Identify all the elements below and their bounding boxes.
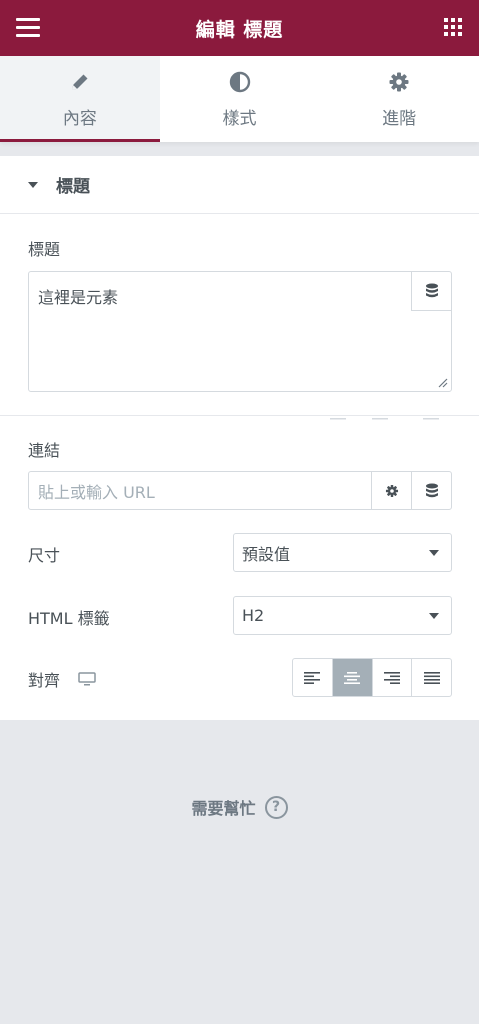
tab-content[interactable]: 內容 (0, 56, 160, 142)
editor-header: 編輯 標題 (0, 0, 479, 56)
title-textarea[interactable]: 這裡是元素 (28, 271, 452, 392)
align-left-icon (304, 671, 321, 684)
contrast-icon (229, 70, 251, 94)
link-dynamic-button[interactable] (411, 472, 451, 509)
title-value: 這裡是元素 (38, 288, 119, 307)
apps-grid-icon[interactable] (444, 18, 462, 36)
link-options-button[interactable] (371, 472, 411, 509)
align-right-button[interactable] (373, 659, 413, 696)
database-icon (425, 283, 438, 298)
html-tag-select-value: H2 (242, 606, 265, 625)
chevron-down-icon (429, 550, 439, 556)
dynamic-tags-button[interactable] (411, 272, 451, 311)
size-label: 尺寸 (28, 546, 61, 565)
align-right-icon (383, 671, 400, 684)
link-input[interactable]: 貼上或輸入 URL (29, 472, 371, 509)
database-icon (425, 483, 438, 497)
pencil-icon (69, 70, 91, 94)
chevron-down-icon (429, 613, 439, 619)
align-label-row: 對齊 (28, 667, 96, 691)
link-field: 貼上或輸入 URL (28, 471, 452, 510)
title-label: 標題 (28, 240, 61, 259)
align-center-button[interactable] (332, 659, 373, 696)
section-title: 標題 (56, 177, 90, 197)
link-label: 連結 (28, 441, 61, 460)
help-label: 需要幫忙 (191, 799, 256, 818)
help-link[interactable]: 需要幫忙 ? (0, 795, 479, 819)
size-select-value: 預設值 (242, 544, 291, 564)
divider (0, 415, 479, 416)
tab-content-label: 內容 (62, 108, 97, 129)
tab-style[interactable]: 樣式 (160, 56, 320, 142)
align-left-button[interactable] (293, 659, 333, 696)
hamburger-menu-icon[interactable] (16, 18, 40, 38)
html-tag-label: HTML 標籤 (28, 609, 110, 628)
align-center-icon (344, 671, 361, 684)
gear-icon (388, 70, 410, 94)
caret-down-icon (28, 181, 38, 188)
tab-advanced-label: 進階 (382, 108, 417, 129)
align-justify-icon (423, 671, 440, 684)
controls-panel: 標題 標題 這裡是元素 連結 貼上或輸入 URL 尺寸 預設值 HTML 標籤 … (0, 156, 479, 720)
alignment-choices (292, 658, 452, 697)
page-title: 編輯 標題 (195, 18, 284, 41)
question-icon: ? (264, 795, 288, 819)
panel-tabs: 內容 樣式 進階 (0, 56, 479, 142)
align-label: 對齊 (28, 671, 61, 690)
resize-handle-icon[interactable] (438, 378, 448, 388)
html-tag-select[interactable]: H2 (233, 596, 452, 635)
gear-icon (385, 484, 398, 497)
size-select[interactable]: 預設值 (233, 533, 452, 572)
section-toggle[interactable]: 標題 (0, 156, 479, 214)
desktop-icon[interactable] (78, 672, 96, 686)
tab-advanced[interactable]: 進階 (319, 56, 479, 142)
align-justify-button[interactable] (412, 659, 451, 696)
tab-style-label: 樣式 (222, 108, 257, 129)
divider-marks (330, 418, 439, 420)
